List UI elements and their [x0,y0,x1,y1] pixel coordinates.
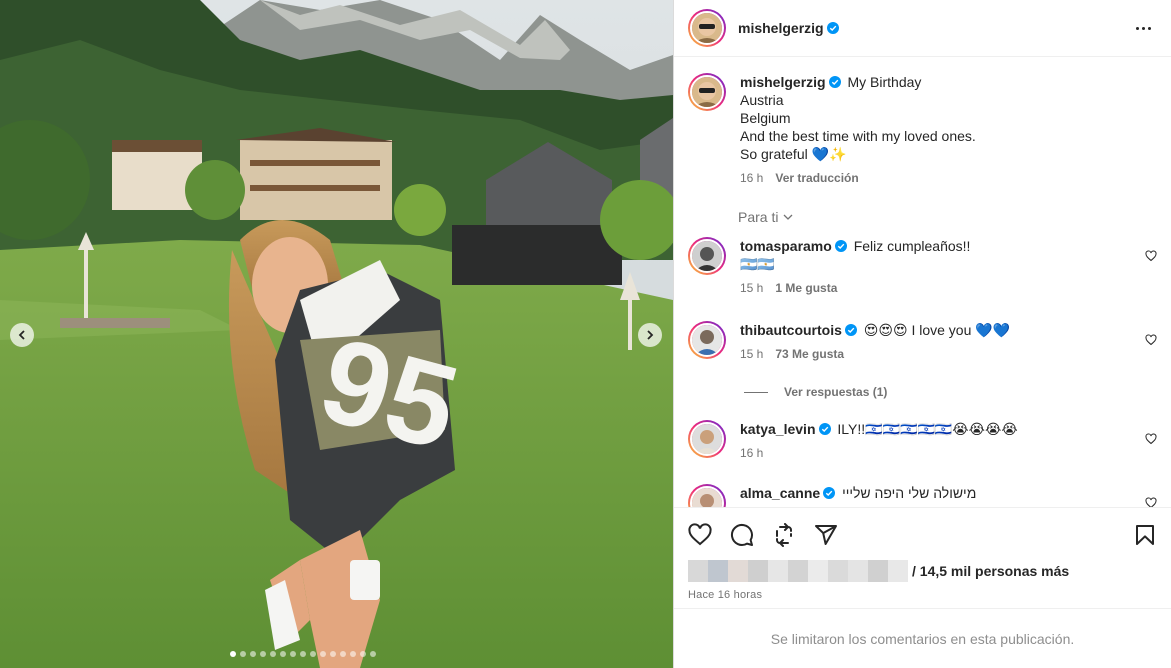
like-comment-heart-icon[interactable] [1145,250,1157,262]
author-username[interactable]: mishelgerzig [738,20,824,36]
carousel-dot [290,651,296,657]
carousel-dot [360,651,366,657]
comment-text: ILY!!🇮🇱🇮🇱🇮🇱🇮🇱🇮🇱😭😭😭😭 [837,421,1018,437]
comment-username[interactable]: thibautcourtois [740,322,842,338]
comment-username[interactable]: tomasparamo [740,238,832,254]
carousel-dot [330,651,336,657]
comment-avatar[interactable] [688,321,726,359]
carousel-dot [350,651,356,657]
carousel-dot [340,651,346,657]
caption-line: Austria [740,92,784,108]
comment-avatar[interactable] [688,237,726,275]
caption-line: My Birthday [847,74,922,90]
comments-limited-notice: Se limitaron los comentarios en esta pub… [674,608,1171,668]
comment-username[interactable]: alma_canne [740,485,820,501]
post-caption: mishelgerzig My Birthday Austria Belgium… [688,73,1140,187]
chevron-down-icon [784,214,793,220]
comment-avatar[interactable] [688,484,726,507]
comment-item: alma_canne מישולה שלי היפה שלייי [688,484,1140,507]
comment-icon[interactable] [730,523,754,547]
verified-icon [834,240,847,252]
comment-text: Feliz cumpleaños!! [853,238,971,254]
comment-filter-dropdown[interactable]: Para ti [738,209,794,225]
carousel-dot [250,651,256,657]
caption-username[interactable]: mishelgerzig [740,74,826,90]
comment-text: 😍😍😍 I love you 💙💙 [863,322,1011,338]
caption-avatar[interactable] [688,73,726,111]
verified-icon [818,423,831,435]
verified-icon [844,324,857,336]
post-timestamp[interactable]: Hace 16 horas [688,589,1157,601]
comment-likes[interactable]: 1 Me gusta [775,279,837,297]
post-photo[interactable]: 95 [0,0,673,668]
carousel-dot [300,651,306,657]
more-icon[interactable] [1130,21,1157,36]
carousel-indicator [230,651,376,657]
heart-icon[interactable] [688,523,712,547]
author-avatar[interactable] [688,9,726,47]
repost-icon[interactable] [772,523,796,547]
carousel-dot [370,651,376,657]
replies-divider [744,391,768,393]
comments-section: mishelgerzig My Birthday Austria Belgium… [674,57,1171,507]
verified-icon [826,22,839,34]
chevron-right-icon [647,330,654,340]
caption-line: Belgium [740,110,791,126]
like-comment-heart-icon[interactable] [1145,433,1157,445]
carousel-dot [230,651,236,657]
like-comment-heart-icon[interactable] [1145,497,1157,507]
post-header: mishelgerzig [674,0,1171,57]
carousel-dot [310,651,316,657]
carousel-dot [270,651,276,657]
likes-summary[interactable]: / 14,5 mil personas más [688,560,1157,582]
carousel-dot [240,651,246,657]
like-comment-heart-icon[interactable] [1145,334,1157,346]
likes-count: / 14,5 mil personas más [912,563,1070,579]
post-actions: / 14,5 mil personas más Hace 16 horas [674,507,1171,601]
view-replies-button[interactable]: Ver respuestas (1) [744,385,887,399]
comment-item: tomasparamo Feliz cumpleaños!! 🇦🇷🇦🇷 15 h… [688,237,1140,297]
carousel-dot [320,651,326,657]
comment-text: 🇦🇷🇦🇷 [740,256,775,272]
comment-avatar[interactable] [688,420,726,458]
carousel-dot [280,651,286,657]
comment-item: thibautcourtois 😍😍😍 I love you 💙💙 15 h 7… [688,321,1140,363]
comment-timestamp[interactable]: 15 h [740,279,763,297]
comment-item: katya_levin ILY!!🇮🇱🇮🇱🇮🇱🇮🇱🇮🇱😭😭😭😭 16 h [688,420,1140,462]
comment-username[interactable]: katya_levin [740,421,816,437]
post-panel: mishelgerzig mishelgerzig My Birthday Au… [673,0,1171,668]
comment-filter-label: Para ti [738,209,779,225]
carousel-dot [260,651,266,657]
verified-icon [823,487,836,499]
comment-text: מישולה שלי היפה שלייי [842,485,977,501]
comment-timestamp[interactable]: 15 h [740,345,763,363]
caption-line: So grateful 💙✨ [740,146,847,162]
caption-timestamp[interactable]: 16 h [740,169,763,187]
verified-icon [828,76,841,88]
comment-likes[interactable]: 73 Me gusta [775,345,844,363]
chevron-left-icon [18,330,25,340]
liked-by-blurred [688,560,908,582]
save-icon[interactable] [1133,523,1157,547]
caption-line: And the best time with my loved ones. [740,128,976,144]
translate-button[interactable]: Ver traducción [775,169,858,187]
comment-timestamp[interactable]: 16 h [740,444,763,462]
next-slide-button[interactable] [638,323,662,347]
view-replies-label: Ver respuestas (1) [784,385,888,399]
previous-slide-button[interactable] [10,323,34,347]
share-icon[interactable] [814,523,838,547]
photo-scene: 95 [0,0,673,668]
